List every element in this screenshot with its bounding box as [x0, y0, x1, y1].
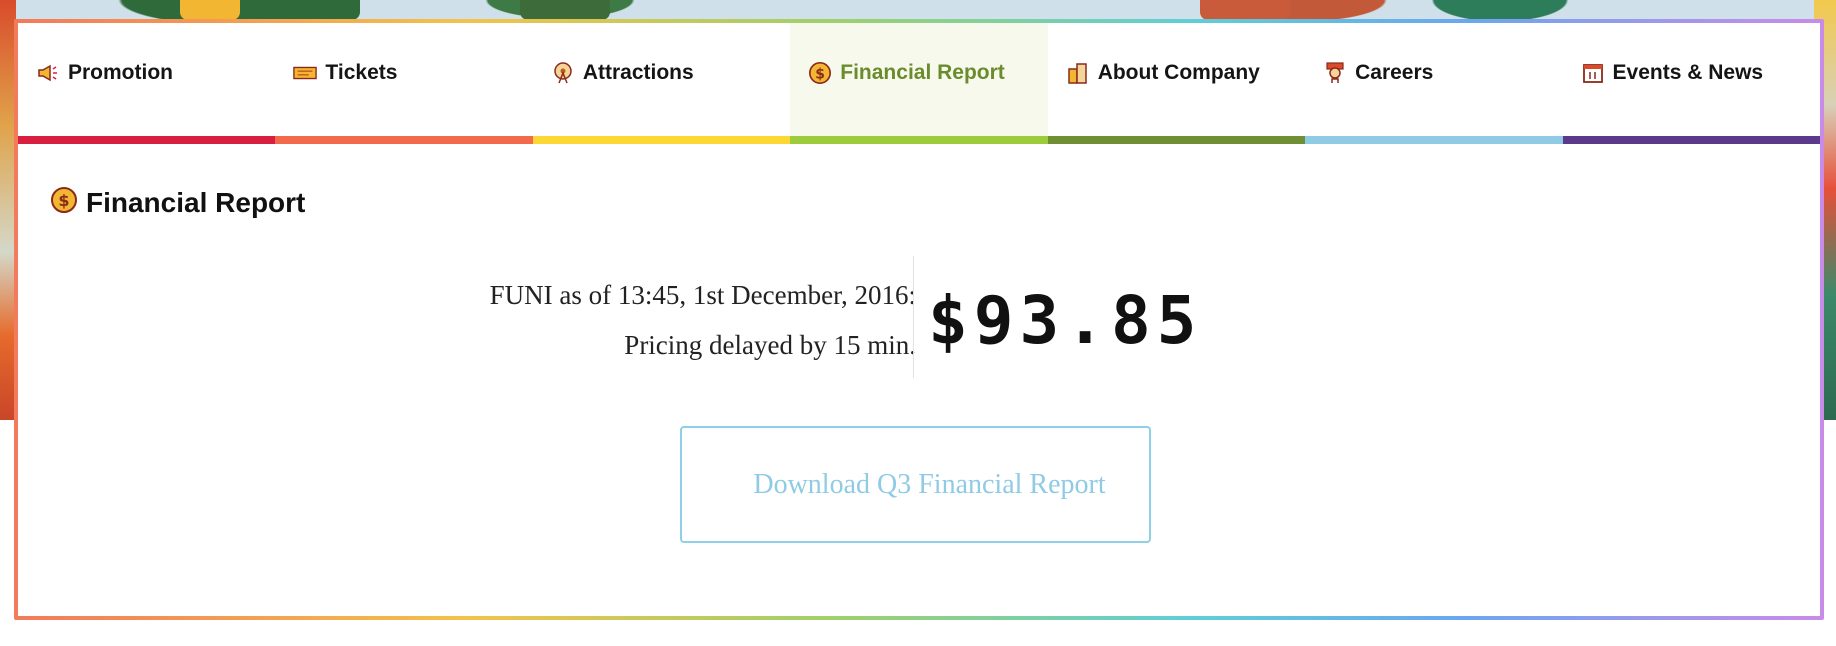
- tab-about-company[interactable]: About Company: [1047, 23, 1306, 144]
- dollar-coin-icon: $: [50, 186, 78, 219]
- tab-tickets[interactable]: Tickets: [275, 23, 533, 144]
- tab-label: Financial Report: [840, 60, 1005, 84]
- download-report-button[interactable]: Download Q3 Financial Report: [680, 426, 1151, 543]
- tab-label: About Company: [1097, 60, 1260, 84]
- ride-car-3: [520, 0, 610, 20]
- tab-financial-report[interactable]: $ Financial Report: [790, 23, 1048, 144]
- tab-careers[interactable]: Careers: [1305, 23, 1563, 144]
- tab-color-bar: [275, 136, 533, 144]
- stock-as-of: FUNI as of 13:45, 1st December, 2016:: [489, 280, 916, 310]
- tab-attractions[interactable]: Attractions: [532, 23, 791, 144]
- ticket-icon: [293, 61, 318, 85]
- svg-text:$: $: [58, 191, 69, 210]
- ride-car-5: [1480, 0, 1520, 20]
- tab-color-bar: [1562, 136, 1820, 144]
- tab-color-bar: [1047, 136, 1306, 144]
- tab-color-bar: [1305, 136, 1563, 144]
- pricing-delay-note: Pricing delayed by 15 min.: [624, 330, 916, 360]
- tab-label: Events & News: [1612, 60, 1764, 84]
- tab-events-news[interactable]: Events & News: [1562, 23, 1820, 144]
- building-icon: [1066, 61, 1090, 85]
- tab-color-bar: [18, 136, 276, 144]
- rainbow-frame: Promotion Tickets Attractions $ Financia…: [14, 19, 1824, 620]
- tab-label: Promotion: [68, 60, 173, 84]
- section-heading: $ Financial Report: [50, 186, 305, 219]
- content-panel: Promotion Tickets Attractions $ Financia…: [18, 23, 1820, 616]
- megaphone-icon: [36, 61, 60, 85]
- ride-car-4: [1200, 0, 1290, 20]
- ride-car-2: [250, 0, 360, 20]
- tab-navigation: Promotion Tickets Attractions $ Financia…: [18, 23, 1820, 144]
- stock-price: $93.85: [928, 282, 1203, 359]
- stock-quote: FUNI as of 13:45, 1st December, 2016: Pr…: [18, 256, 1820, 378]
- tab-color-bar: [532, 136, 791, 144]
- tab-label: Careers: [1355, 60, 1434, 84]
- tab-label: Tickets: [325, 60, 398, 84]
- dollar-coin-icon: $: [808, 61, 832, 85]
- page-title: Financial Report: [86, 186, 306, 218]
- tab-label: Attractions: [582, 60, 694, 84]
- divider: [913, 256, 914, 378]
- stock-info: FUNI as of 13:45, 1st December, 2016: Pr…: [490, 270, 916, 370]
- person-icon: [1323, 61, 1347, 85]
- ferris-wheel-icon: [551, 61, 575, 85]
- calendar-icon: [1581, 61, 1605, 85]
- svg-text:$: $: [815, 66, 825, 82]
- tab-promotion[interactable]: Promotion: [18, 23, 276, 144]
- ride-car-1: [180, 0, 240, 20]
- tab-color-bar: [790, 136, 1048, 144]
